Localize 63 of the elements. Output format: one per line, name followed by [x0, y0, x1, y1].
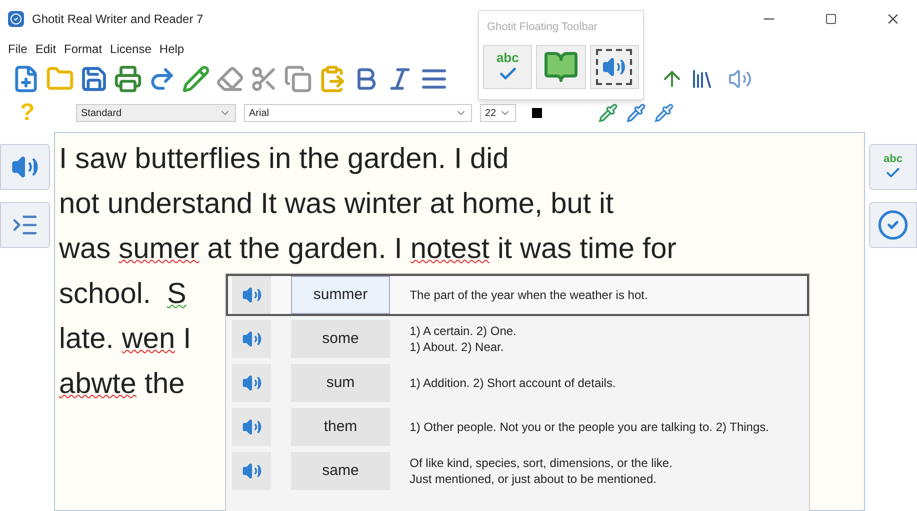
suggestion-word-button[interactable]: same — [291, 452, 390, 490]
suggestion-word-button[interactable]: them — [291, 408, 390, 446]
speaker-icon[interactable] — [728, 67, 752, 91]
scissors-icon[interactable] — [250, 65, 278, 93]
printer-icon[interactable] — [114, 65, 142, 93]
speak-word-button[interactable] — [232, 320, 272, 358]
suggestion-word-button[interactable]: some — [291, 320, 390, 358]
copy-icon[interactable] — [284, 65, 312, 93]
speak-button[interactable] — [0, 144, 50, 190]
maximize-icon[interactable] — [825, 13, 837, 25]
pen-icon[interactable] — [182, 65, 210, 93]
speak-word-button[interactable] — [232, 276, 272, 314]
document-line: school. S — [59, 277, 186, 312]
suggestion-row[interactable]: them 1) Other people. Not you or the people you are talking to. 2) Things. — [226, 406, 809, 448]
document-line: late. wen I — [59, 322, 192, 357]
suggestion-row[interactable]: some 1) A certain. 2) One. 1) About. 2) Near. — [226, 318, 809, 360]
paste-icon[interactable] — [318, 65, 346, 93]
new-document-icon[interactable] — [12, 65, 40, 93]
color-swatch[interactable] — [532, 108, 542, 118]
suggestion-word-button[interactable]: summer — [291, 276, 390, 314]
check-circle-icon — [877, 209, 909, 241]
speak-word-button[interactable] — [232, 452, 272, 490]
floating-toolbar-button[interactable] — [590, 45, 639, 89]
menu-item[interactable]: File — [8, 40, 28, 58]
menu-item[interactable]: Help — [159, 40, 184, 58]
document-line: abwte the — [59, 367, 185, 402]
floating-toolbar-title: Ghotit Floating Toolbar — [486, 20, 598, 35]
suggestion-row[interactable]: sum 1) Addition. 2) Short account of details. — [226, 362, 809, 404]
speaker-icon — [242, 329, 262, 349]
word-meaning: The part of the year when the weather is hot. — [410, 287, 649, 303]
speaker-icon — [242, 285, 262, 305]
size-dropdown[interactable]: 22 — [480, 104, 516, 122]
books-icon[interactable] — [690, 67, 714, 91]
word-meaning: 1) A certain. 2) One. 1) About. 2) Near. — [410, 323, 518, 355]
speaker-icon — [242, 373, 262, 393]
menu-item[interactable]: License — [110, 40, 152, 58]
check-button[interactable] — [869, 202, 917, 248]
word-meaning: Of like kind, species, sort, dimensions, or the like. Just mentioned, or just about to be mentioned. — [410, 455, 674, 487]
speaker-icon — [242, 417, 262, 437]
word-meaning: 1) Other people. Not you or the people you are talking to. 2) Things. — [410, 419, 770, 435]
redo-icon[interactable] — [148, 65, 176, 93]
word-meaning: 1) Addition. 2) Short account of details. — [410, 375, 617, 391]
font-dropdown[interactable]: Arial — [244, 104, 472, 122]
window-title: Ghotit Real Writer and Reader 7 — [32, 11, 204, 28]
document-line: I saw butterflies in the garden. I did — [59, 142, 509, 177]
eraser-icon[interactable] — [216, 65, 244, 93]
speaker-icon — [242, 461, 262, 481]
save-icon[interactable] — [80, 65, 108, 93]
document-line: was sumer at the garden. I notest it was time for — [59, 232, 676, 267]
app-logo-icon — [8, 11, 24, 27]
suggestion-row[interactable]: summer The part of the year when the weather is hot. — [226, 274, 809, 316]
floating-toolbar-button[interactable] — [536, 45, 586, 89]
list-button[interactable] — [0, 202, 50, 248]
folder-icon[interactable] — [46, 65, 74, 93]
style-dropdown[interactable]: Standard — [76, 104, 236, 122]
menu-item[interactable]: Edit — [35, 40, 56, 58]
suggestion-word-button[interactable]: sum — [291, 364, 390, 402]
speaker-frame-icon — [596, 49, 632, 85]
speak-word-button[interactable] — [232, 408, 272, 446]
suggestion-row[interactable]: same Of like kind, species, sort, dimensions, or the like. Just mentioned, or just about to be mentioned. — [226, 450, 809, 492]
speak-word-button[interactable] — [232, 364, 272, 402]
document-line: not understand It was winter at home, but it — [59, 187, 614, 222]
menu-item[interactable]: Format — [64, 40, 102, 58]
